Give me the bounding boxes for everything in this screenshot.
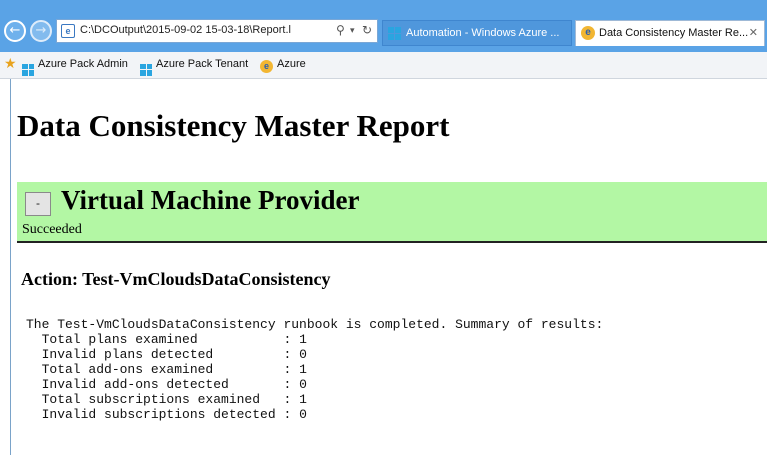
result-value: 0	[299, 407, 307, 422]
result-label: Invalid add-ons detected	[26, 377, 284, 392]
close-tab-icon[interactable]: ✕	[749, 26, 758, 39]
result-row: Total subscriptions examined : 1	[26, 392, 307, 407]
tab-report[interactable]: e Data Consistency Master Re... ✕	[575, 20, 765, 46]
browser-titlebar: ← → e C:\DCOutput\2015-09-02 15-03-18\Re…	[0, 0, 767, 52]
provider-title: Virtual Machine Provider	[61, 185, 360, 215]
tab-label: Automation - Windows Azure ...	[406, 27, 560, 39]
favorites-bar: ★ Azure Pack Admin Azure Pack Tenant e Az…	[0, 52, 767, 79]
favorite-azure-pack-admin[interactable]: Azure Pack Admin	[22, 58, 128, 76]
result-label: Total plans examined	[26, 332, 284, 347]
result-row: Total plans examined : 1	[26, 332, 307, 347]
ie-page-icon: e	[581, 26, 595, 40]
page-left-border	[10, 79, 11, 455]
result-row: Total add-ons examined : 1	[26, 362, 307, 377]
action-heading: Action: Test-VmCloudsDataConsistency	[21, 269, 331, 289]
forward-arrow-icon: →	[35, 23, 47, 38]
result-value: 1	[299, 332, 307, 347]
report-title: Data Consistency Master Report	[17, 108, 450, 143]
result-label: Invalid subscriptions detected	[26, 407, 284, 422]
ie-page-icon: e	[260, 60, 273, 73]
search-icon[interactable]: ⚲	[336, 23, 345, 37]
favorite-label: Azure Pack Tenant	[156, 58, 249, 70]
tab-label: Data Consistency Master Re...	[599, 27, 749, 39]
dropdown-arrow-icon[interactable]: ▾	[350, 26, 355, 36]
azure-icon	[22, 63, 34, 76]
result-row: Invalid subscriptions detected : 0	[26, 407, 307, 422]
result-value: 1	[299, 392, 307, 407]
tab-automation[interactable]: Automation - Windows Azure ...	[382, 20, 572, 46]
ie-page-icon: e	[61, 24, 75, 38]
favorites-star-icon[interactable]: ★	[4, 55, 17, 72]
azure-icon	[388, 27, 401, 40]
result-value: 1	[299, 362, 307, 377]
refresh-icon[interactable]: ↻	[362, 23, 372, 37]
back-button[interactable]: ←	[4, 20, 26, 42]
result-label: Invalid plans detected	[26, 347, 284, 362]
result-row: Invalid plans detected : 0	[26, 347, 307, 362]
result-label: Total subscriptions examined	[26, 392, 284, 407]
azure-icon	[140, 63, 152, 76]
address-text[interactable]: C:\DCOutput\2015-09-02 15-03-18\Report.l	[80, 24, 330, 36]
summary-intro: The Test-VmCloudsDataConsistency runbook…	[26, 317, 604, 332]
favorite-label: Azure	[277, 58, 306, 70]
forward-button[interactable]: →	[30, 20, 52, 42]
results-summary: The Test-VmCloudsDataConsistency runbook…	[26, 317, 603, 422]
provider-status: Succeeded	[22, 222, 82, 237]
address-bar[interactable]: e C:\DCOutput\2015-09-02 15-03-18\Report…	[56, 19, 378, 43]
favorite-azure[interactable]: e Azure	[260, 58, 306, 73]
favorite-azure-pack-tenant[interactable]: Azure Pack Tenant	[140, 58, 248, 76]
results-list: Total plans examined : 1 Invalid plans d…	[26, 332, 603, 422]
collapse-button[interactable]: -	[25, 192, 51, 216]
result-value: 0	[299, 377, 307, 392]
provider-section: - Virtual Machine Provider Succeeded	[17, 182, 767, 243]
favorite-label: Azure Pack Admin	[38, 58, 128, 70]
page-content: Data Consistency Master Report - Virtual…	[0, 79, 767, 455]
result-row: Invalid add-ons detected : 0	[26, 377, 307, 392]
result-label: Total add-ons examined	[26, 362, 284, 377]
result-value: 0	[299, 347, 307, 362]
back-arrow-icon: ←	[9, 23, 21, 38]
